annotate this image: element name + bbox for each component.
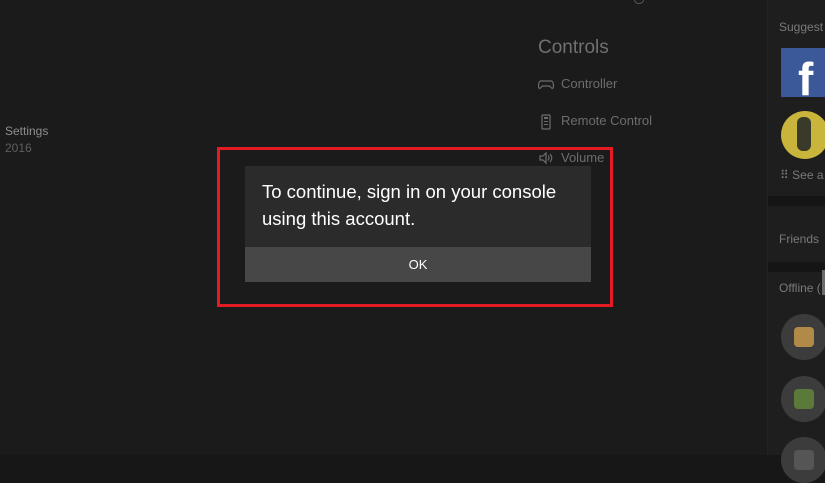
friends-side-panel: Suggest f ⠿ See a Friends Offline ( bbox=[767, 0, 825, 483]
remote-control-item[interactable]: Remote Control bbox=[538, 113, 653, 130]
remote-icon bbox=[538, 113, 554, 130]
controls-heading: Controls bbox=[538, 37, 609, 58]
friend-avatar[interactable] bbox=[781, 376, 825, 422]
year-label: 2016 bbox=[5, 141, 32, 155]
avatar-icon bbox=[794, 450, 814, 470]
dialog-message: To continue, sign in on your console usi… bbox=[262, 181, 557, 229]
ok-button[interactable]: OK bbox=[245, 247, 591, 282]
facebook-tile[interactable]: f bbox=[781, 48, 825, 97]
panel-divider bbox=[768, 262, 825, 272]
see-all-label: See a bbox=[792, 168, 824, 182]
sign-in-dialog: To continue, sign in on your console usi… bbox=[245, 166, 591, 282]
friend-avatar[interactable] bbox=[781, 437, 825, 483]
photo-avatar-icon bbox=[794, 389, 814, 409]
bear-avatar-icon bbox=[794, 327, 814, 347]
gamepad-icon bbox=[537, 77, 555, 91]
friend-avatar[interactable] bbox=[781, 314, 825, 360]
controller-item[interactable]: Controller bbox=[537, 76, 618, 91]
controller-label: Controller bbox=[561, 76, 618, 91]
offline-heading: Offline ( bbox=[779, 281, 821, 295]
suggested-avatar[interactable] bbox=[781, 111, 825, 159]
background-settings-text: Settings 2016 bbox=[5, 123, 48, 157]
suggested-heading: Suggest bbox=[779, 20, 824, 34]
facebook-glyph: f bbox=[798, 53, 814, 97]
panel-divider bbox=[768, 196, 825, 206]
friends-heading: Friends bbox=[779, 232, 820, 246]
remote-control-label: Remote Control bbox=[561, 113, 653, 128]
grid-icon: ⠿ bbox=[780, 168, 789, 182]
see-all-link[interactable]: ⠿ See a bbox=[780, 168, 824, 182]
settings-label: Settings bbox=[5, 124, 49, 138]
